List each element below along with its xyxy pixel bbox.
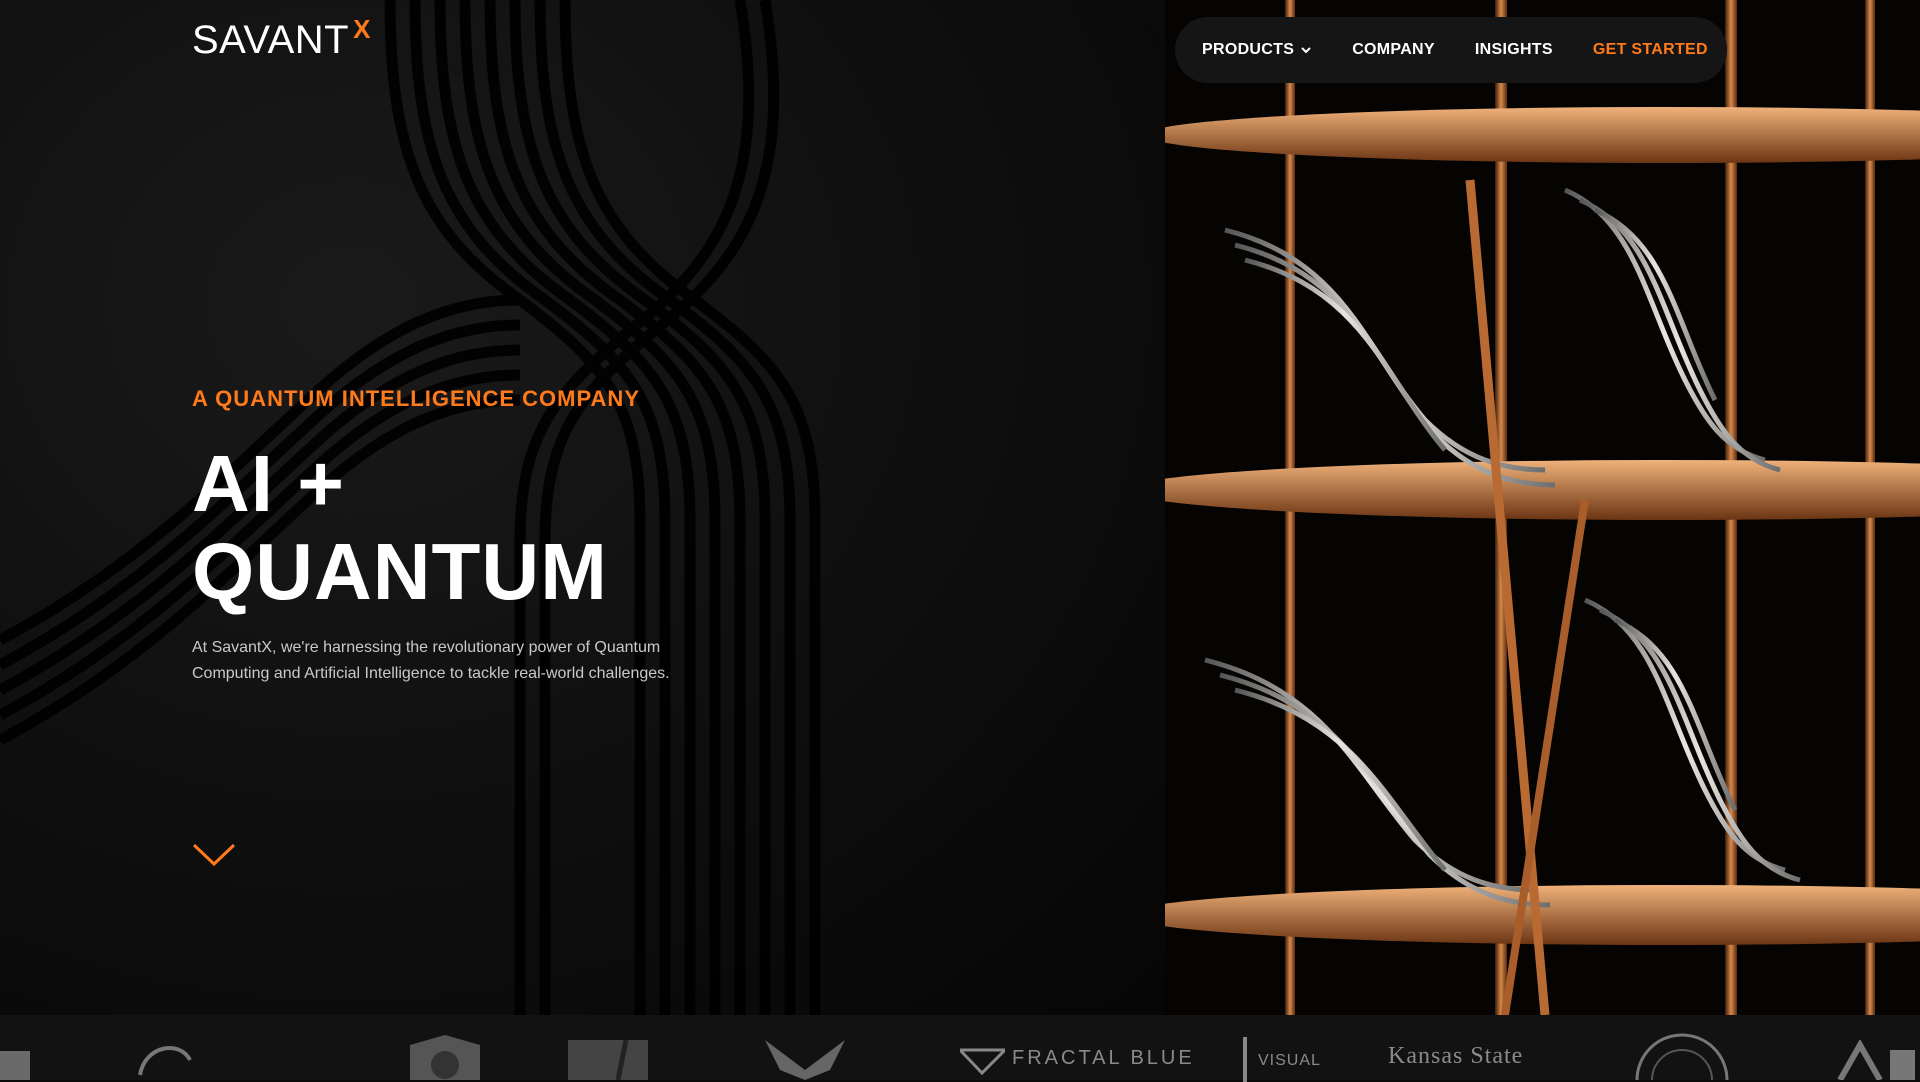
main-nav: PRODUCTS COMPANY INSIGHTS GET STARTED [1175,17,1727,83]
partner-logos-row: FRACTAL BLUE VISUAL Kansas State [0,1015,1920,1082]
partner-logo-visual: VISUAL [1258,1052,1321,1069]
partner-logo-seal-shield [410,1035,480,1080]
partner-logo-fractal-blue: FRACTAL BLUE [1012,1047,1195,1069]
quantum-computer-illustration [1165,0,1920,1015]
partner-logos-strip: FRACTAL BLUE VISUAL Kansas State [0,1015,1920,1082]
nav-insights[interactable]: INSIGHTS [1475,41,1553,59]
nav-products-label: PRODUCTS [1202,41,1295,58]
partner-logo-visual-mark [1243,1037,1247,1082]
partner-logo-wings [765,1040,845,1080]
partner-logo-swirl [138,1046,192,1076]
nav-products[interactable]: PRODUCTS [1202,41,1312,59]
hero-headline-line2: QUANTUM [192,527,608,616]
partner-logo-partial-right [1837,1040,1915,1080]
quantum-computer-image [1165,0,1920,1015]
hero-headline: AI + QUANTUM [192,440,608,616]
nav-company[interactable]: COMPANY [1352,41,1435,59]
partner-logo-partial-left [0,1051,30,1080]
partner-logo-fractal-mark [960,1048,1005,1075]
partner-logo-kansas-state: Kansas State [1388,1043,1524,1069]
get-started-link[interactable]: GET STARTED [1593,41,1708,59]
partner-logo-block [568,1040,648,1080]
brand-logo[interactable]: SAVANT X [192,14,370,66]
brand-name: SAVANT [192,18,350,62]
brand-superscript: X [353,14,371,44]
hero-description: At SavantX, we're harnessing the revolut… [192,639,670,682]
scroll-down-chevron-icon[interactable] [192,843,236,867]
hero-headline-line1: AI + [192,439,345,528]
hero-tagline: A QUANTUM INTELLIGENCE COMPANY [192,386,640,411]
chevron-down-icon [1301,47,1311,54]
partner-logo-intelligence-seal [1635,1033,1729,1080]
